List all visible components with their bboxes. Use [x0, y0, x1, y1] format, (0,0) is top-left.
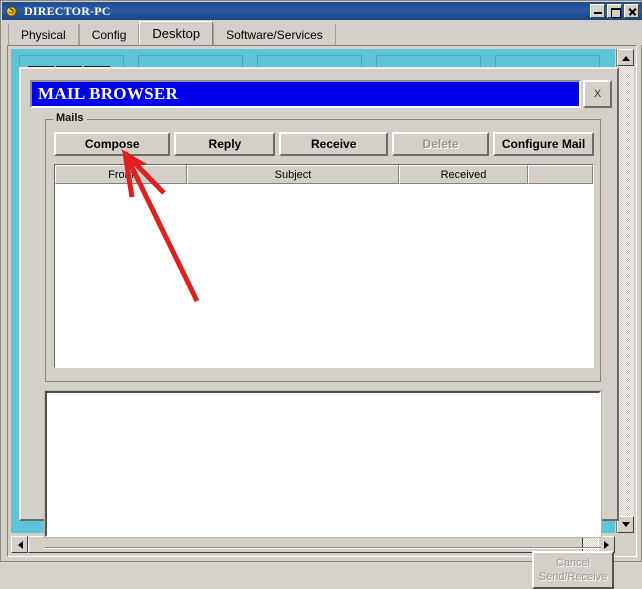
cancel-label-line2: Send/Receive [538, 571, 608, 583]
column-header-from[interactable]: From [55, 165, 187, 184]
mail-browser-dialog: MAIL BROWSER X Mails Compose Reply Recei… [19, 67, 619, 589]
packet-tracer-icon: S [4, 4, 20, 18]
mail-browser-title-bar: MAIL BROWSER [30, 80, 581, 108]
scroll-up-icon[interactable] [617, 49, 634, 66]
scroll-down-icon[interactable] [617, 516, 634, 533]
cancel-label-line1: Cancel [555, 557, 591, 569]
vertical-scroll-track[interactable] [617, 66, 634, 516]
dialog-separator [45, 547, 601, 549]
mail-table-body[interactable] [55, 184, 593, 368]
delete-button: Delete [392, 132, 490, 156]
mail-list-table: From Subject Received [54, 164, 594, 368]
maximize-button[interactable] [607, 4, 622, 18]
tab-physical[interactable]: Physical [8, 24, 79, 45]
desktop-horizontal-scrollbar[interactable] [11, 536, 615, 553]
scroll-left-icon[interactable] [11, 536, 28, 553]
minimize-button[interactable] [590, 4, 605, 18]
mails-group-box: Mails Compose Reply Receive Delete Confi… [45, 112, 601, 382]
window-controls [590, 4, 639, 18]
reply-button[interactable]: Reply [174, 132, 276, 156]
receive-button[interactable]: Receive [279, 132, 389, 156]
mail-action-buttons: Compose Reply Receive Delete Configure M… [54, 132, 594, 156]
window-title: DIRECTOR-PC [24, 3, 111, 18]
mail-table-header: From Subject Received [55, 165, 593, 184]
column-header-blank[interactable] [528, 165, 593, 184]
compose-button[interactable]: Compose [54, 132, 171, 156]
column-header-subject[interactable]: Subject [187, 165, 399, 184]
column-header-received[interactable]: Received [399, 165, 528, 184]
message-preview-pane[interactable] [44, 390, 602, 538]
horizontal-scroll-thumb[interactable] [28, 536, 583, 553]
mail-browser-header: MAIL BROWSER X [30, 80, 612, 108]
tab-config[interactable]: Config [78, 24, 140, 45]
configure-mail-button[interactable]: Configure Mail [493, 132, 594, 156]
mails-group-label: Mails [53, 112, 87, 124]
tab-desktop[interactable]: Desktop [139, 21, 214, 45]
application-window: S DIRECTOR-PC Physical Config Desktop So… [0, 0, 642, 589]
window-titlebar: S DIRECTOR-PC [2, 2, 642, 20]
close-icon[interactable] [624, 4, 639, 18]
tab-software-services[interactable]: Software/Services [213, 24, 336, 45]
cancel-send-receive-button: Cancel Send/Receive [532, 551, 614, 589]
mail-browser-close-icon[interactable]: X [583, 80, 612, 108]
device-tab-bar: Physical Config Desktop Software/Service… [2, 20, 642, 45]
mail-browser-title: MAIL BROWSER [38, 84, 179, 103]
